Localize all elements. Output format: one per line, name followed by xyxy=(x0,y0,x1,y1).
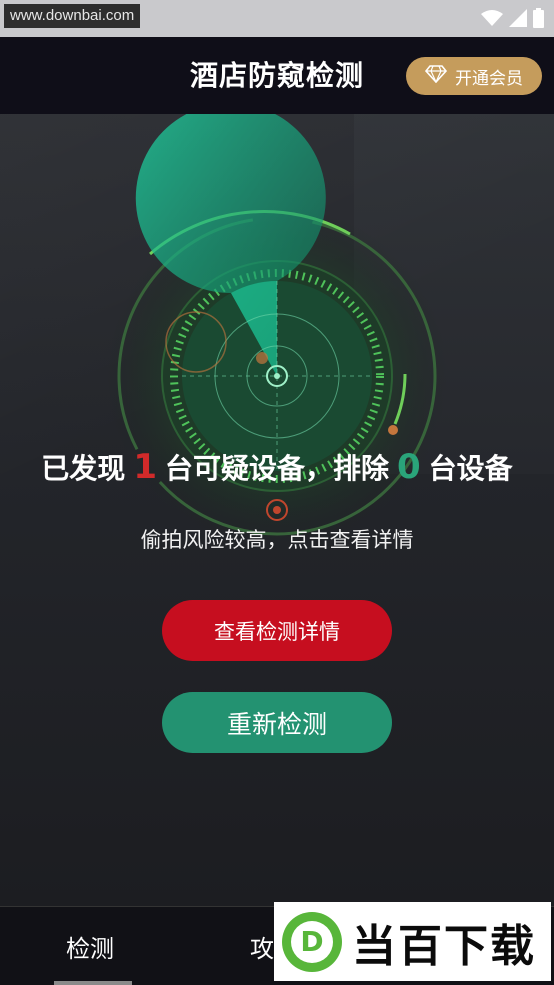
excluded-count: 0 xyxy=(397,447,421,487)
signal-icon xyxy=(509,9,527,31)
scan-summary: 已发现 1 台可疑设备，排除 0 台设备 xyxy=(0,447,554,487)
status-bar: www.downbai.com xyxy=(0,0,554,37)
tab-detect[interactable]: 检测 xyxy=(66,929,114,964)
radar-graphic xyxy=(107,114,447,546)
logo-text: 当百下载 xyxy=(352,920,536,972)
vip-button[interactable]: 开通会员 xyxy=(406,57,542,95)
found-middle: 台可疑设备，排除 xyxy=(164,452,389,485)
watermark-logo: D 当百下载 xyxy=(274,902,551,981)
diamond-icon xyxy=(424,64,448,88)
suspicious-count: 1 xyxy=(133,447,157,487)
status-icons xyxy=(481,8,544,32)
logo-icon: D xyxy=(282,911,342,972)
wifi-icon xyxy=(481,9,503,31)
found-suffix: 台设备 xyxy=(428,452,513,485)
battery-icon xyxy=(533,8,544,32)
rescan-button[interactable]: 重新检测 xyxy=(162,692,392,753)
risk-subtitle: 偷拍风险较高，点击查看详情 xyxy=(140,528,414,552)
view-details-button[interactable]: 查看检测详情 xyxy=(162,600,392,661)
app-header: 酒店防窥检测 开通会员 xyxy=(0,37,554,114)
logo-letter: D xyxy=(300,925,323,958)
watermark-url: www.downbai.com xyxy=(4,4,141,28)
vip-button-label: 开通会员 xyxy=(455,68,523,89)
scan-result-panel: 已发现 1 台可疑设备，排除 0 台设备 偷拍风险较高，点击查看详情 查看检测详情 重新… xyxy=(0,114,554,906)
active-tab-indicator xyxy=(54,981,132,985)
found-prefix: 已发现 xyxy=(41,452,126,485)
